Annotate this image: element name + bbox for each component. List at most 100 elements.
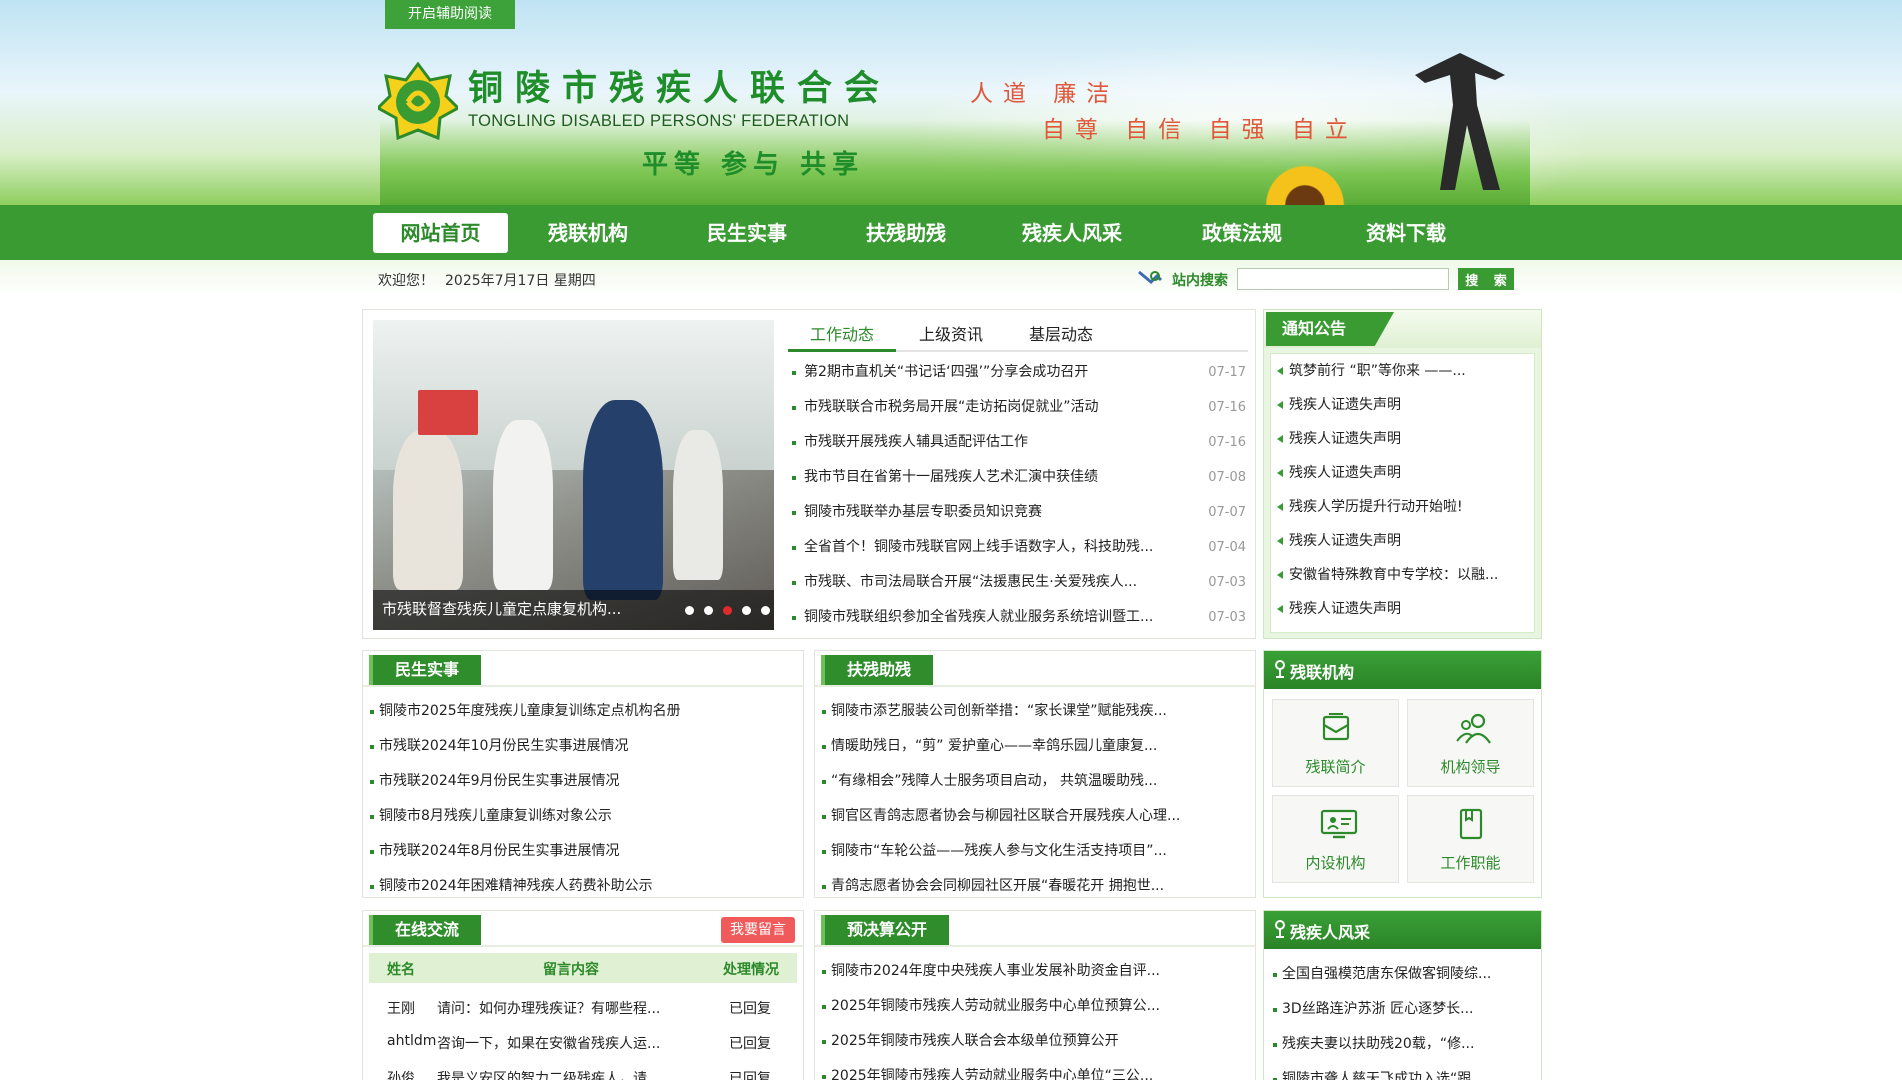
minsheng-item[interactable]: 市残联2024年8月份民生实事进展情况 [369,834,797,869]
notice-item-title[interactable]: 安徽省特殊教育中专学校：以融... [1289,567,1498,583]
news-item-title[interactable]: 市残联开展残疾人辅具适配评估工作 [804,425,1189,460]
fucan-item-title[interactable]: 情暖助残日，“剪” 爱护童心——幸鸽乐园儿童康复... [831,738,1157,754]
nav-item-5[interactable]: 残疾人风采 [986,213,1158,253]
org-title[interactable]: 残联机构 [1290,659,1354,683]
fengcai-item-title[interactable]: 全国自强模范唐东保做客铜陵综... [1282,966,1491,982]
minsheng-item-title[interactable]: 市残联2024年10月份民生实事进展情况 [379,738,628,754]
budget-item-title[interactable]: 铜陵市2024年度中央残疾人事业发展补助资金自评... [831,963,1160,979]
notice-item-title[interactable]: 残疾人证遗失声明 [1289,533,1401,549]
fengcai-item-title[interactable]: 铜陵市聋人慈天飞成功入选“跟... [1282,1071,1485,1080]
minsheng-item-title[interactable]: 市残联2024年9月份民生实事进展情况 [379,773,620,789]
notice-item[interactable]: 残疾人证遗失声明 [1271,388,1534,422]
fucan-item-title[interactable]: 铜官区青鸽志愿者协会与柳园社区联合开展残疾人心理... [831,808,1180,824]
budget-item-title[interactable]: 2025年铜陵市残疾人劳动就业服务中心单位预算公... [831,998,1160,1014]
notice-item[interactable]: 筑梦前行 “职”等你来 ——... [1271,354,1534,388]
budget-item-title[interactable]: 2025年铜陵市残疾人联合会本级单位预算公开 [831,1033,1119,1049]
nav-item-6[interactable]: 政策法规 [1158,213,1326,253]
minsheng-item[interactable]: 市残联2024年9月份民生实事进展情况 [369,764,797,799]
minsheng-item[interactable]: 铜陵市8月残疾儿童康复训练对象公示 [369,799,797,834]
notice-item[interactable]: 安徽省特殊教育中专学校：以融... [1271,558,1534,592]
budget-item[interactable]: 铜陵市2024年度中央残疾人事业发展补助资金自评... [821,954,1249,989]
carousel-dot[interactable] [761,606,770,615]
minsheng-item[interactable]: 市残联2024年10月份民生实事进展情况 [369,729,797,764]
carousel-dot[interactable] [723,606,732,615]
budget-item[interactable]: 2025年铜陵市残疾人劳动就业服务中心单位预算公... [821,989,1249,1024]
news-tab[interactable]: 上级资讯 [896,318,1006,352]
org-cell[interactable]: 机构领导 [1407,699,1534,787]
fucan-item-title[interactable]: 铜陵市“车轮公益——残疾人参与文化生活支持项目”... [831,843,1167,859]
fengcai-item[interactable]: 3D丝路连沪苏浙 匠心逐梦长... [1272,992,1535,1027]
fucan-item[interactable]: 青鸽志愿者协会会同柳园社区开展“春暖花开 拥抱世... [821,869,1249,904]
org-cell[interactable]: 工作职能 [1407,795,1534,883]
carousel-dot[interactable] [742,606,751,615]
search-button[interactable]: 搜 索 [1458,268,1514,290]
nav-item-7[interactable]: 资料下载 [1326,213,1486,253]
org-cell[interactable]: 内设机构 [1272,795,1399,883]
leave-message-button[interactable]: 我要留言 [721,917,795,943]
fengcai-item[interactable]: 铜陵市聋人慈天飞成功入选“跟... [1272,1062,1535,1080]
notice-item-title[interactable]: 残疾人学历提升行动开始啦! [1289,499,1463,515]
org-cell[interactable]: 残联简介 [1272,699,1399,787]
search-input[interactable] [1237,268,1449,290]
minsheng-item-title[interactable]: 铜陵市8月残疾儿童康复训练对象公示 [379,808,612,824]
minsheng-item-title[interactable]: 铜陵市2025年度残疾儿童康复训练定点机构名册 [379,703,681,719]
minsheng-item[interactable]: 铜陵市2024年困难精神残疾人药费补助公示 [369,869,797,904]
chat-row[interactable]: 孙俊 我是义安区的智力二级残疾人，请... 已回复 [369,1059,797,1080]
chat-row[interactable]: ahtldm 咨询一下，如果在安徽省残疾人运... 已回复 [369,1024,797,1059]
fucan-item[interactable]: 铜陵市添艺服装公司创新举措：“家长课堂”赋能残疾... [821,694,1249,729]
notice-item[interactable]: 残疾人证遗失声明 [1271,524,1534,558]
carousel-caption[interactable]: 市残联督查残疾儿童定点康复机构... [382,598,621,619]
notice-item-title[interactable]: 残疾人证遗失声明 [1289,601,1401,617]
fucan-item-title[interactable]: 铜陵市添艺服装公司创新举措：“家长课堂”赋能残疾... [831,703,1167,719]
budget-item-title[interactable]: 2025年铜陵市残疾人劳动就业服务中心单位“三公... [831,1068,1153,1080]
news-item-title[interactable]: 第2期市直机关“书记话‘四强’”分享会成功召开 [804,355,1189,390]
news-item-title[interactable]: 市残联联合市税务局开展“走访拓岗促就业”活动 [804,390,1189,425]
notice-title[interactable]: 通知公告 [1266,312,1394,346]
news-item-title[interactable]: 我市节目在省第十一届残疾人艺术汇演中获佳绩 [804,460,1189,495]
budget-item[interactable]: 2025年铜陵市残疾人劳动就业服务中心单位“三公... [821,1059,1249,1080]
notice-item[interactable]: 残疾人证遗失声明 [1271,456,1534,490]
news-item-title[interactable]: 铜陵市残联举办基层专职委员知识竞赛 [804,495,1189,530]
fucan-item[interactable]: 铜官区青鸽志愿者协会与柳园社区联合开展残疾人心理... [821,799,1249,834]
nav-item-1[interactable]: 网站首页 [373,213,508,253]
fengcai-item[interactable]: 全国自强模范唐东保做客铜陵综... [1272,957,1535,992]
image-carousel[interactable]: 市残联督查残疾儿童定点康复机构... [373,320,774,630]
carousel-dot[interactable] [685,606,694,615]
minsheng-item-title[interactable]: 市残联2024年8月份民生实事进展情况 [379,843,620,859]
fengcai-item[interactable]: 残疾夫妻以扶助残20载，“修... [1272,1027,1535,1062]
chat-row-content[interactable]: 咨询一下，如果在安徽省残疾人运... [437,1033,687,1053]
news-tab[interactable]: 基层动态 [1006,318,1116,352]
notice-item-title[interactable]: 残疾人证遗失声明 [1289,397,1401,413]
nav-item-4[interactable]: 扶残助残 [826,213,986,253]
notice-item-title[interactable]: 残疾人证遗失声明 [1289,431,1401,447]
fucan-title[interactable]: 扶残助残 [821,655,934,685]
assist-reading-button[interactable]: 开启辅助阅读 [385,0,515,29]
fucan-item-title[interactable]: “有缘相会”残障人士服务项目启动， 共筑温暖助残... [831,773,1157,789]
budget-item[interactable]: 2025年铜陵市残疾人联合会本级单位预算公开 [821,1024,1249,1059]
federation-logo-icon[interactable] [378,62,458,140]
fucan-item[interactable]: 铜陵市“车轮公益——残疾人参与文化生活支持项目”... [821,834,1249,869]
chat-title[interactable]: 在线交流 [369,915,482,945]
news-item-title[interactable]: 铜陵市残联组织参加全省残疾人就业服务系统培训暨工... [804,600,1189,635]
minsheng-item-title[interactable]: 铜陵市2024年困难精神残疾人药费补助公示 [379,878,653,894]
notice-item[interactable]: 残疾人证遗失声明 [1271,422,1534,456]
chat-row-content[interactable]: 我是义安区的智力二级残疾人，请... [437,1068,687,1080]
fucan-item[interactable]: 情暖助残日，“剪” 爱护童心——幸鸽乐园儿童康复... [821,729,1249,764]
fucan-item[interactable]: “有缘相会”残障人士服务项目启动， 共筑温暖助残... [821,764,1249,799]
fengcai-title[interactable]: 残疾人风采 [1290,919,1370,943]
fengcai-item-title[interactable]: 残疾夫妻以扶助残20载，“修... [1282,1036,1474,1052]
notice-item[interactable]: 残疾人学历提升行动开始啦! [1271,490,1534,524]
news-item-title[interactable]: 市残联、市司法局联合开展“法援惠民生·关爱残疾人... [804,565,1189,600]
nav-item-3[interactable]: 民生实事 [668,213,826,253]
chat-row-content[interactable]: 请问：如何办理残疾证？有哪些程... [437,998,687,1018]
minsheng-item[interactable]: 铜陵市2025年度残疾儿童康复训练定点机构名册 [369,694,797,729]
budget-title[interactable]: 预决算公开 [821,915,950,945]
notice-item-title[interactable]: 残疾人证遗失声明 [1289,465,1401,481]
nav-item-2[interactable]: 残联机构 [508,213,668,253]
minsheng-title[interactable]: 民生实事 [369,655,482,685]
news-item-title[interactable]: 全省首个！铜陵市残联官网上线手语数字人，科技助残... [804,530,1189,565]
fucan-item-title[interactable]: 青鸽志愿者协会会同柳园社区开展“春暖花开 拥抱世... [831,878,1164,894]
notice-item[interactable]: 残疾人证遗失声明 [1271,592,1534,626]
fengcai-item-title[interactable]: 3D丝路连沪苏浙 匠心逐梦长... [1282,1001,1474,1017]
carousel-dot[interactable] [704,606,713,615]
